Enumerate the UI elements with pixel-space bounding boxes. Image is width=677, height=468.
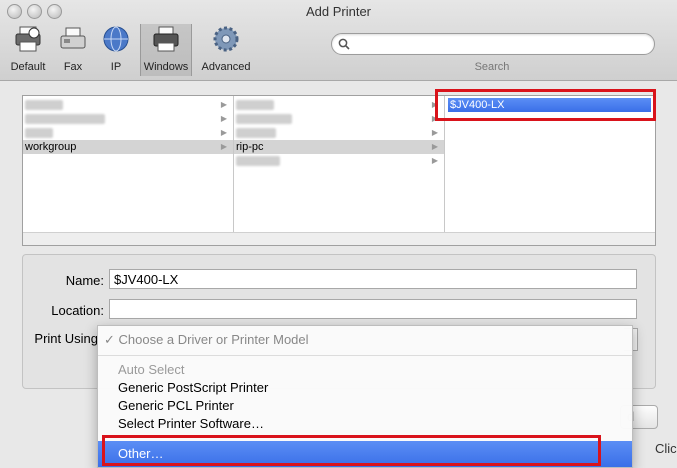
toolbar-ip-button[interactable]: IP [99, 24, 133, 76]
default-printer-icon [15, 26, 41, 52]
annotation-highlight-other [102, 435, 601, 466]
globe-icon [103, 26, 129, 52]
print-using-label: Print Using [34, 331, 98, 346]
list-item[interactable]: ▶ [234, 126, 444, 140]
menu-item-auto-select: Auto Select [118, 362, 185, 377]
windows-printer-icon [153, 26, 179, 52]
list-item[interactable]: ▶ [23, 126, 233, 140]
list-item-workgroup[interactable]: workgroup ▶ [23, 140, 233, 154]
toolbar-advanced-button[interactable]: Advanced [198, 24, 254, 76]
list-item-rip-pc[interactable]: rip-pc ▶ [234, 140, 444, 154]
toolbar-default-label: Default [10, 61, 46, 73]
name-label: Name: [65, 273, 104, 288]
fax-icon [60, 27, 86, 49]
location-label: Location: [51, 303, 104, 318]
list-item[interactable]: ▶ [234, 98, 444, 112]
horizontal-scrollbar[interactable] [23, 232, 655, 245]
browser-column-computers: ▶ ▶ ▶ rip-pc ▶ ▶ [234, 96, 445, 232]
name-field[interactable]: $JV400-LX [109, 269, 637, 289]
toolbar-advanced-label: Advanced [201, 61, 251, 73]
toolbar-windows-button[interactable]: Windows [140, 24, 192, 76]
toolbar-windows-label: Windows [143, 61, 189, 73]
menu-item-generic-pcl[interactable]: Generic PCL Printer [118, 398, 234, 413]
list-item[interactable]: ▶ [23, 112, 233, 126]
offscreen-text-fragment: Clic [655, 441, 677, 456]
window-toolbar: Add Printer Default Fax IP Windows Advan… [0, 0, 677, 81]
list-item[interactable]: ▶ [234, 112, 444, 126]
search-icon [338, 38, 350, 50]
annotation-highlight-printer [435, 89, 656, 121]
browser-column-domains: ▶ ▶ ▶ workgroup ▶ [23, 96, 234, 232]
window-title: Add Printer [305, 4, 372, 19]
toolbar-fax-label: Fax [63, 61, 83, 73]
toolbar-fax-button[interactable]: Fax [56, 24, 90, 76]
menu-item-generic-postscript[interactable]: Generic PostScript Printer [118, 380, 268, 395]
list-item[interactable]: ▶ [234, 154, 444, 168]
gear-icon [213, 26, 239, 52]
location-field[interactable] [109, 299, 637, 319]
toolbar-ip-label: IP [110, 61, 122, 73]
search-field[interactable] [331, 33, 655, 55]
list-item[interactable]: ▶ [23, 98, 233, 112]
menu-separator [98, 355, 632, 356]
toolbar-default-button[interactable]: Default [6, 24, 50, 76]
menu-item-choose-driver[interactable]: ✓ Choose a Driver or Printer Model [104, 332, 309, 348]
menu-item-select-printer-software[interactable]: Select Printer Software… [118, 416, 264, 431]
search-caption: Search [474, 61, 510, 73]
